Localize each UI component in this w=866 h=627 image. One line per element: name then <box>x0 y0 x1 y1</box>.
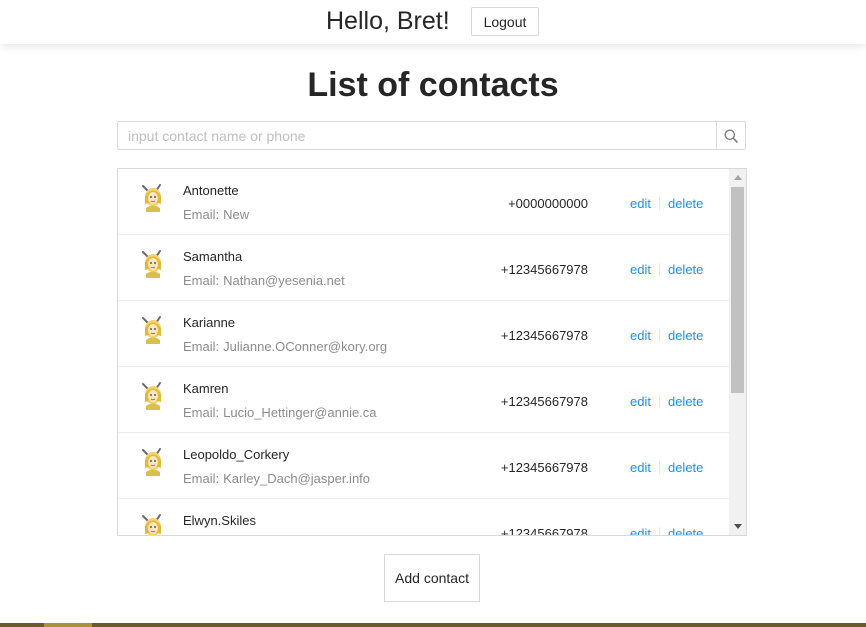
delete-link[interactable]: delete <box>668 262 703 277</box>
add-contact-button[interactable]: Add contact <box>384 554 480 602</box>
scroll-down-arrow[interactable] <box>729 518 746 535</box>
contact-phone: +12345667978 <box>500 460 588 475</box>
email-value: Julianne.OConner@kory.org <box>223 339 388 354</box>
edit-link[interactable]: edit <box>630 526 651 535</box>
row-actions: edit delete <box>630 328 703 343</box>
contact-name: Kamren <box>183 381 229 396</box>
email-prefix: Email: <box>183 471 220 486</box>
search-icon <box>724 129 738 143</box>
scroll-up-arrow[interactable] <box>729 169 746 186</box>
contact-email: Email: Karley_Dach@jasper.info <box>183 471 370 486</box>
contact-name: Samantha <box>183 249 243 264</box>
delete-link[interactable]: delete <box>668 328 703 343</box>
delete-link[interactable]: delete <box>668 394 703 409</box>
delete-link[interactable]: delete <box>668 526 703 535</box>
contact-name: Karianne <box>183 315 236 330</box>
greeting: Hello, Bret! <box>326 7 450 35</box>
contact-email: Email: Lucio_Hettinger@annie.ca <box>183 405 377 420</box>
edit-link[interactable]: edit <box>630 328 651 343</box>
divider <box>658 197 660 210</box>
arrow-down-icon <box>733 524 742 529</box>
scrollbar[interactable] <box>729 169 746 535</box>
scroll-thumb[interactable] <box>731 187 744 393</box>
footer-bar <box>0 623 866 627</box>
delete-link[interactable]: delete <box>668 196 703 211</box>
row-actions: edit delete <box>630 262 703 277</box>
divider <box>658 395 660 408</box>
avatar <box>140 446 166 476</box>
divider <box>658 263 660 276</box>
email-value: New <box>223 207 250 222</box>
search-bar <box>117 121 746 150</box>
contact-name: Antonette <box>183 183 239 198</box>
contact-row: Samantha Email: Nathan@yesenia.net +12345… <box>118 235 730 301</box>
edit-link[interactable]: edit <box>630 262 651 277</box>
edit-link[interactable]: edit <box>630 460 651 475</box>
arrow-up-icon <box>733 175 742 180</box>
edit-link[interactable]: edit <box>630 196 651 211</box>
email-value: Karley_Dach@jasper.info <box>223 471 371 486</box>
logout-button[interactable]: Logout <box>471 7 539 36</box>
avatar <box>140 380 166 410</box>
top-bar: Hello, Bret! Logout <box>0 0 866 44</box>
delete-link[interactable]: delete <box>668 460 703 475</box>
contact-phone: +12345667978 <box>500 262 588 277</box>
divider <box>658 527 660 535</box>
contact-row: Karianne Email: Julianne.OConner@kory.org… <box>118 301 730 367</box>
divider <box>658 329 660 342</box>
avatar <box>140 512 166 535</box>
contact-row: Elwyn.Skiles +12345667978 edit delete <box>118 499 730 536</box>
contact-name: Leopoldo_Corkery <box>183 447 290 462</box>
search-input[interactable] <box>118 122 718 149</box>
row-actions: edit delete <box>630 394 703 409</box>
contact-row: Leopoldo_Corkery Email: Karley_Dach@jaspe… <box>118 433 730 499</box>
contact-phone: +12345667978 <box>500 394 588 409</box>
divider <box>658 461 660 474</box>
email-value: Nathan@yesenia.net <box>223 273 345 288</box>
contact-email: Email: Nathan@yesenia.net <box>183 273 345 288</box>
row-actions: edit delete <box>630 460 703 475</box>
contact-email: Email: Julianne.OConner@kory.org <box>183 339 387 354</box>
email-prefix: Email: <box>183 339 220 354</box>
page-title: List of contacts <box>307 66 559 104</box>
contact-rows: Antonette Email: New +0000000000 edit del… <box>118 169 730 536</box>
email-prefix: Email: <box>183 207 220 222</box>
email-value: Lucio_Hettinger@annie.ca <box>223 405 377 420</box>
email-prefix: Email: <box>183 405 220 420</box>
contact-email: Email: New <box>183 207 249 222</box>
row-actions: edit delete <box>630 526 703 535</box>
email-prefix: Email: <box>183 273 220 288</box>
contact-name: Elwyn.Skiles <box>183 513 256 528</box>
contact-phone: +12345667978 <box>500 526 588 536</box>
contact-list: Antonette Email: New +0000000000 edit del… <box>117 168 747 536</box>
contact-phone: +0000000000 <box>508 196 588 211</box>
avatar <box>140 182 166 212</box>
search-button[interactable] <box>716 122 745 149</box>
avatar <box>140 248 166 278</box>
contact-row: Kamren Email: Lucio_Hettinger@annie.ca +1… <box>118 367 730 433</box>
avatar <box>140 314 166 344</box>
row-actions: edit delete <box>630 196 703 211</box>
edit-link[interactable]: edit <box>630 394 651 409</box>
contact-row: Antonette Email: New +0000000000 edit del… <box>118 169 730 235</box>
contact-phone: +12345667978 <box>500 328 588 343</box>
